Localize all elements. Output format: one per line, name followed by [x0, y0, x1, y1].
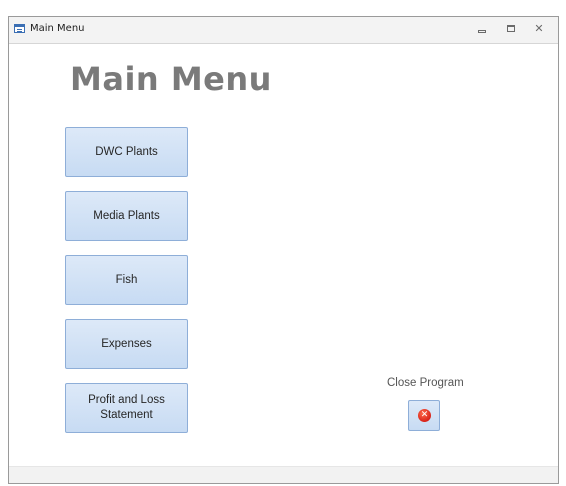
main-menu-window: Main Menu ✕ Main Menu DWC Plants Media P… [8, 16, 559, 484]
form-footer [9, 466, 558, 483]
form-icon [14, 24, 25, 33]
close-program-button[interactable]: ✕ [408, 400, 440, 431]
close-program-label: Close Program [387, 377, 464, 389]
media-plants-button[interactable]: Media Plants [65, 191, 188, 241]
expenses-button[interactable]: Expenses [65, 319, 188, 369]
form-body: Main Menu DWC Plants Media Plants Fish E… [9, 44, 558, 483]
profit-and-loss-statement-button[interactable]: Profit and Loss Statement [65, 383, 188, 433]
window-title: Main Menu [30, 23, 85, 34]
maximize-icon[interactable] [503, 22, 519, 36]
close-circle-icon: ✕ [418, 409, 431, 422]
close-window-icon[interactable]: ✕ [531, 22, 547, 36]
page-title: Main Menu [70, 60, 272, 98]
title-bar[interactable]: Main Menu ✕ [9, 17, 558, 44]
minimize-icon[interactable] [474, 22, 490, 36]
fish-button[interactable]: Fish [65, 255, 188, 305]
dwc-plants-button[interactable]: DWC Plants [65, 127, 188, 177]
